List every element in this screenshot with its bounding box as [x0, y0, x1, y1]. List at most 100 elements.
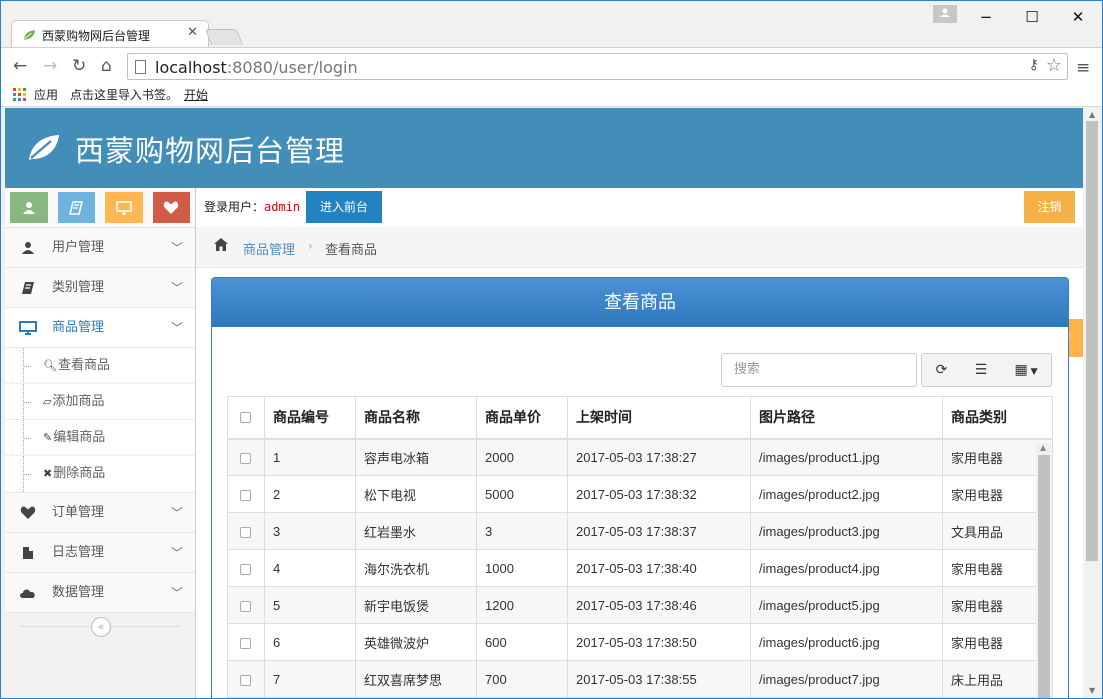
cell-price: 700 [476, 660, 568, 698]
submenu-view-products[interactable]: 🔍︎查看商品 [5, 348, 195, 384]
logout-button[interactable]: 注销 [1024, 191, 1075, 223]
col-header-category[interactable]: 商品类别 [942, 396, 1053, 440]
cloud-icon [19, 573, 37, 614]
bookmark-apps[interactable]: 应用 [34, 86, 58, 103]
products-submenu: 🔍︎查看商品 ▱添加商品 ✎编辑商品 ✖删除商品 [5, 348, 195, 493]
submenu-label: 添加商品 [52, 394, 105, 409]
col-header-image[interactable]: 图片路径 [750, 396, 943, 440]
url-host: localhost [155, 58, 227, 77]
tab-strip: 西蒙购物网后台管理 ✕ − ☐ ✕ [1, 1, 1102, 47]
shortcut-desktop-button[interactable] [105, 192, 143, 223]
col-header-time[interactable]: 上架时间 [567, 396, 751, 440]
page-info-icon[interactable] [135, 60, 146, 74]
col-header-name[interactable]: 商品名称 [355, 396, 477, 440]
desktop-icon [115, 201, 132, 215]
row-select-cell [227, 586, 265, 624]
bookmark-star-icon[interactable]: ☆ [1046, 55, 1062, 76]
row-select-cell [227, 438, 265, 476]
submenu-add-product[interactable]: ▱添加商品 [5, 384, 195, 420]
bookmark-import-link[interactable]: 点击这里导入书签。 [70, 86, 178, 103]
submenu-edit-product[interactable]: ✎编辑商品 [5, 420, 195, 456]
toggle-view-button[interactable]: ☰ [961, 353, 1002, 387]
back-icon[interactable]: ← [13, 57, 27, 75]
browser-menu-icon[interactable]: ≡ [1076, 58, 1090, 78]
page-scroll-thumb[interactable] [1086, 121, 1098, 561]
cell-image: /images/product3.jpg [750, 512, 943, 550]
table-row[interactable]: 4 海尔洗衣机 1000 2017-05-03 17:38:40/images/pro… [227, 549, 1053, 587]
columns-button[interactable]: ▦ ▼ [1001, 353, 1052, 387]
sidebar-item-data[interactable]: 数据管理 ﹀ [5, 573, 195, 613]
sidebar-item-users[interactable]: 用户管理 ﹀ [5, 228, 195, 268]
cell-id: 1 [264, 438, 356, 476]
row-checkbox[interactable] [240, 452, 251, 464]
reload-icon[interactable]: ↻ [72, 57, 86, 75]
cell-image: /images/product5.jpg [750, 586, 943, 624]
sidebar-item-products[interactable]: 商品管理 ﹀ [5, 308, 195, 348]
tab-close-icon[interactable]: ✕ [187, 25, 198, 40]
browser-tab[interactable]: 西蒙购物网后台管理 ✕ [11, 20, 209, 47]
cell-name: 红岩墨水 [355, 512, 477, 550]
table-scroll-thumb[interactable] [1038, 455, 1050, 698]
row-checkbox[interactable] [240, 674, 251, 686]
enter-frontend-button[interactable]: 进入前台 [306, 191, 382, 223]
submenu-label: 删除商品 [53, 466, 106, 481]
table-row[interactable]: 1 容声电冰箱 2000 2017-05-03 17:38:27/images/pro… [227, 438, 1053, 476]
scroll-up-icon[interactable]: ▲ [1089, 110, 1095, 119]
row-checkbox[interactable] [240, 637, 251, 649]
sidebar-item-orders[interactable]: 订单管理 ﹀ [5, 493, 195, 533]
collapse-sidebar-icon[interactable]: « [91, 617, 111, 637]
forward-icon[interactable]: → [43, 57, 57, 75]
submenu-delete-product[interactable]: ✖删除商品 [5, 456, 195, 492]
shortcut-book-button[interactable] [57, 192, 95, 223]
address-bar[interactable]: localhost:8080/user/login ⚷ ☆ [127, 53, 1068, 80]
cell-name: 英雄微波炉 [355, 623, 477, 661]
scroll-down-icon[interactable]: ▼ [1089, 686, 1095, 695]
scroll-up-icon[interactable]: ▲ [1040, 443, 1046, 452]
cell-id: 2 [264, 475, 356, 513]
refresh-button[interactable]: ⟳ [921, 353, 962, 387]
table-row[interactable]: 6 英雄微波炉 600 2017-05-03 17:38:50/images/prod… [227, 623, 1053, 661]
page-viewport: 西蒙购物网后台管理 用户管理 ﹀ 类别管理 ﹀ 商品管理 ﹀ 🔍︎查看商品 ▱添… [5, 108, 1083, 698]
table-row[interactable]: 5 新宇电饭煲 1200 2017-05-03 17:38:46/images/pro… [227, 586, 1053, 624]
breadcrumb-products-link[interactable]: 商品管理 [243, 239, 295, 258]
new-tab-button[interactable] [204, 29, 244, 45]
table-header-row: 商品编号 商品名称 商品单价 上架时间 图片路径 商品类别 [227, 396, 1053, 440]
search-input[interactable]: 搜索 [721, 353, 917, 387]
cell-image: /images/product4.jpg [750, 549, 943, 587]
bookmark-start-link[interactable]: 开始 [184, 86, 208, 103]
table-row[interactable]: 2 松下电视 5000 2017-05-03 17:38:32/images/prod… [227, 475, 1053, 513]
table-row[interactable]: 3 红岩墨水 3 2017-05-03 17:38:37/images/product… [227, 512, 1053, 550]
sidebar-item-logs[interactable]: 日志管理 ﹀ [5, 533, 195, 573]
row-checkbox[interactable] [240, 600, 251, 612]
col-header-id[interactable]: 商品编号 [264, 396, 356, 440]
profile-icon[interactable] [933, 5, 957, 23]
sidebar-item-categories[interactable]: 类别管理 ﹀ [5, 268, 195, 308]
home-icon[interactable] [213, 237, 229, 252]
sidebar-item-label: 类别管理 [52, 280, 105, 295]
cell-price: 600 [476, 623, 568, 661]
shortcut-heart-button[interactable] [152, 192, 190, 223]
window-close-icon[interactable]: ✕ [1063, 5, 1093, 29]
apps-grid-icon [13, 88, 26, 101]
row-checkbox[interactable] [240, 489, 251, 501]
cell-name: 红双喜席梦思 [355, 660, 477, 698]
select-all-checkbox[interactable] [240, 411, 251, 423]
table-row[interactable]: 7 红双喜席梦思 700 2017-05-03 17:38:55/images/pro… [227, 660, 1053, 698]
products-table: 商品编号 商品名称 商品单价 上架时间 图片路径 商品类别 1 容声电冰箱 2000… [227, 396, 1053, 698]
cell-time: 2017-05-03 17:38:55 [567, 660, 751, 698]
row-checkbox[interactable] [240, 563, 251, 575]
minimize-icon[interactable]: − [971, 5, 1001, 29]
cell-image: /images/product2.jpg [750, 475, 943, 513]
shortcut-user-button[interactable] [10, 192, 48, 223]
cell-id: 3 [264, 512, 356, 550]
home-icon[interactable]: ⌂ [101, 57, 112, 75]
maximize-icon[interactable]: ☐ [1017, 5, 1047, 29]
close-icon: ✖ [43, 467, 53, 480]
col-header-price[interactable]: 商品单价 [476, 396, 568, 440]
key-icon[interactable]: ⚷ [1029, 57, 1039, 73]
page-scrollbar[interactable]: ▲ ▼ [1084, 108, 1101, 698]
table-scrollbar[interactable]: ▲ [1036, 443, 1052, 698]
cell-id: 7 [264, 660, 356, 698]
heart-icon [164, 201, 179, 214]
row-checkbox[interactable] [240, 526, 251, 538]
